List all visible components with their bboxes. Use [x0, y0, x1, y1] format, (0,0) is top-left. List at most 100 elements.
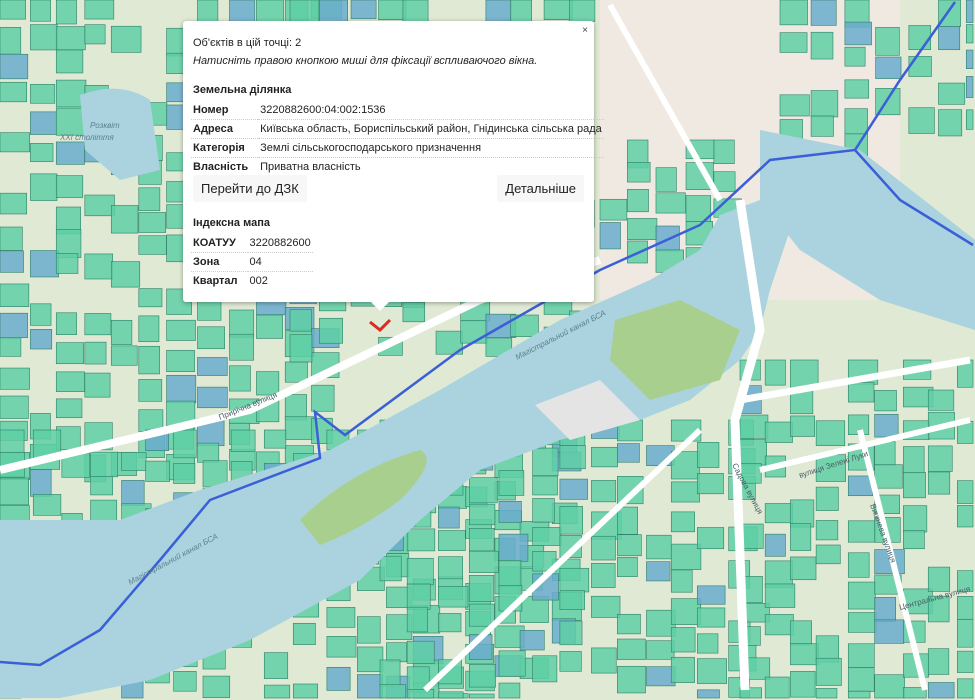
parcel[interactable] [815, 657, 842, 686]
parcel[interactable] [927, 471, 951, 495]
parcel[interactable] [0, 226, 23, 251]
parcel[interactable] [90, 499, 118, 523]
parcel[interactable] [0, 0, 26, 20]
parcel[interactable] [739, 439, 767, 466]
parcel[interactable] [84, 253, 114, 280]
parcel[interactable] [559, 478, 588, 500]
parcel[interactable] [263, 652, 289, 679]
parcel[interactable] [468, 693, 495, 699]
parcel[interactable] [764, 560, 793, 588]
parcel[interactable] [379, 684, 407, 699]
parcel[interactable] [779, 0, 808, 26]
parcel[interactable] [847, 612, 877, 633]
parcel[interactable] [197, 357, 228, 376]
parcel[interactable] [84, 313, 112, 336]
parcel[interactable] [713, 171, 736, 192]
parcel[interactable] [844, 21, 872, 46]
parcel[interactable] [406, 640, 435, 664]
parcel[interactable] [357, 646, 384, 673]
parcel[interactable] [438, 613, 462, 633]
parcel[interactable] [591, 563, 616, 588]
parcel[interactable] [591, 647, 617, 674]
parcel[interactable] [646, 534, 672, 560]
parcel[interactable] [617, 506, 638, 535]
parcel[interactable] [617, 443, 640, 463]
parcel[interactable] [810, 90, 839, 118]
parcel[interactable] [847, 520, 877, 543]
parcel[interactable] [559, 590, 585, 610]
parcel[interactable] [965, 49, 974, 69]
parcel[interactable] [874, 413, 899, 438]
parcel[interactable] [326, 607, 356, 628]
parcel[interactable] [696, 689, 720, 699]
parcel[interactable] [627, 189, 649, 213]
parcel[interactable] [713, 139, 735, 164]
parcel[interactable] [903, 446, 925, 474]
parcel[interactable] [350, 0, 377, 20]
parcel[interactable] [402, 301, 426, 323]
parcel[interactable] [90, 476, 114, 496]
parcel[interactable] [197, 442, 220, 463]
parcel[interactable] [55, 371, 85, 392]
parcel[interactable] [874, 597, 896, 622]
parcel[interactable] [569, 0, 596, 22]
parcel[interactable] [138, 379, 163, 402]
parcel[interactable] [30, 469, 52, 497]
parcel[interactable] [406, 583, 431, 610]
parcel[interactable] [0, 477, 29, 506]
parcel[interactable] [696, 607, 726, 628]
parcel[interactable] [965, 76, 974, 98]
parcel[interactable] [311, 384, 335, 412]
parcel[interactable] [468, 603, 495, 627]
parcel[interactable] [0, 132, 30, 153]
parcel[interactable] [0, 192, 28, 215]
parcel[interactable] [908, 56, 932, 77]
parcel[interactable] [30, 143, 54, 162]
parcel[interactable] [292, 683, 319, 699]
parcel[interactable] [779, 94, 810, 117]
parcel[interactable] [0, 395, 29, 419]
parcel[interactable] [617, 534, 642, 557]
parcel[interactable] [670, 656, 695, 683]
parcel[interactable] [670, 511, 695, 533]
parcel[interactable] [957, 619, 974, 648]
parcel[interactable] [30, 84, 56, 104]
parcel[interactable] [844, 46, 866, 67]
parcel[interactable] [696, 527, 725, 550]
parcel[interactable] [670, 627, 696, 653]
parcel[interactable] [402, 0, 429, 22]
parcel[interactable] [559, 567, 590, 593]
parcel[interactable] [229, 333, 254, 361]
parcel[interactable] [670, 569, 693, 593]
parcel[interactable] [173, 671, 197, 692]
parcel[interactable] [790, 523, 812, 551]
go-to-dzk-button[interactable]: Перейти до ДЗК [193, 175, 307, 202]
parcel[interactable] [927, 648, 950, 675]
parcel[interactable] [543, 0, 573, 20]
parcel[interactable] [591, 535, 616, 561]
parcel[interactable] [110, 319, 133, 345]
parcel[interactable] [138, 345, 160, 375]
parcel[interactable] [790, 556, 817, 581]
parcel[interactable] [764, 421, 793, 443]
parcel[interactable] [0, 27, 22, 55]
parcel[interactable] [965, 0, 974, 23]
parcel[interactable] [957, 678, 974, 699]
parcel[interactable] [55, 398, 83, 419]
parcel[interactable] [559, 445, 586, 470]
parcel[interactable] [670, 543, 702, 570]
parcel[interactable] [874, 619, 905, 644]
parcel[interactable] [847, 552, 870, 578]
parcel[interactable] [55, 175, 84, 198]
parcel[interactable] [696, 473, 724, 495]
close-icon[interactable]: × [582, 25, 588, 36]
parcel[interactable] [406, 528, 436, 552]
parcel[interactable] [847, 643, 875, 668]
parcel[interactable] [591, 480, 617, 503]
parcel[interactable] [847, 690, 871, 699]
parcel[interactable] [519, 630, 545, 651]
parcel[interactable] [438, 530, 466, 551]
parcel[interactable] [847, 581, 876, 610]
parcel[interactable] [810, 115, 834, 137]
parcel[interactable] [138, 315, 160, 343]
